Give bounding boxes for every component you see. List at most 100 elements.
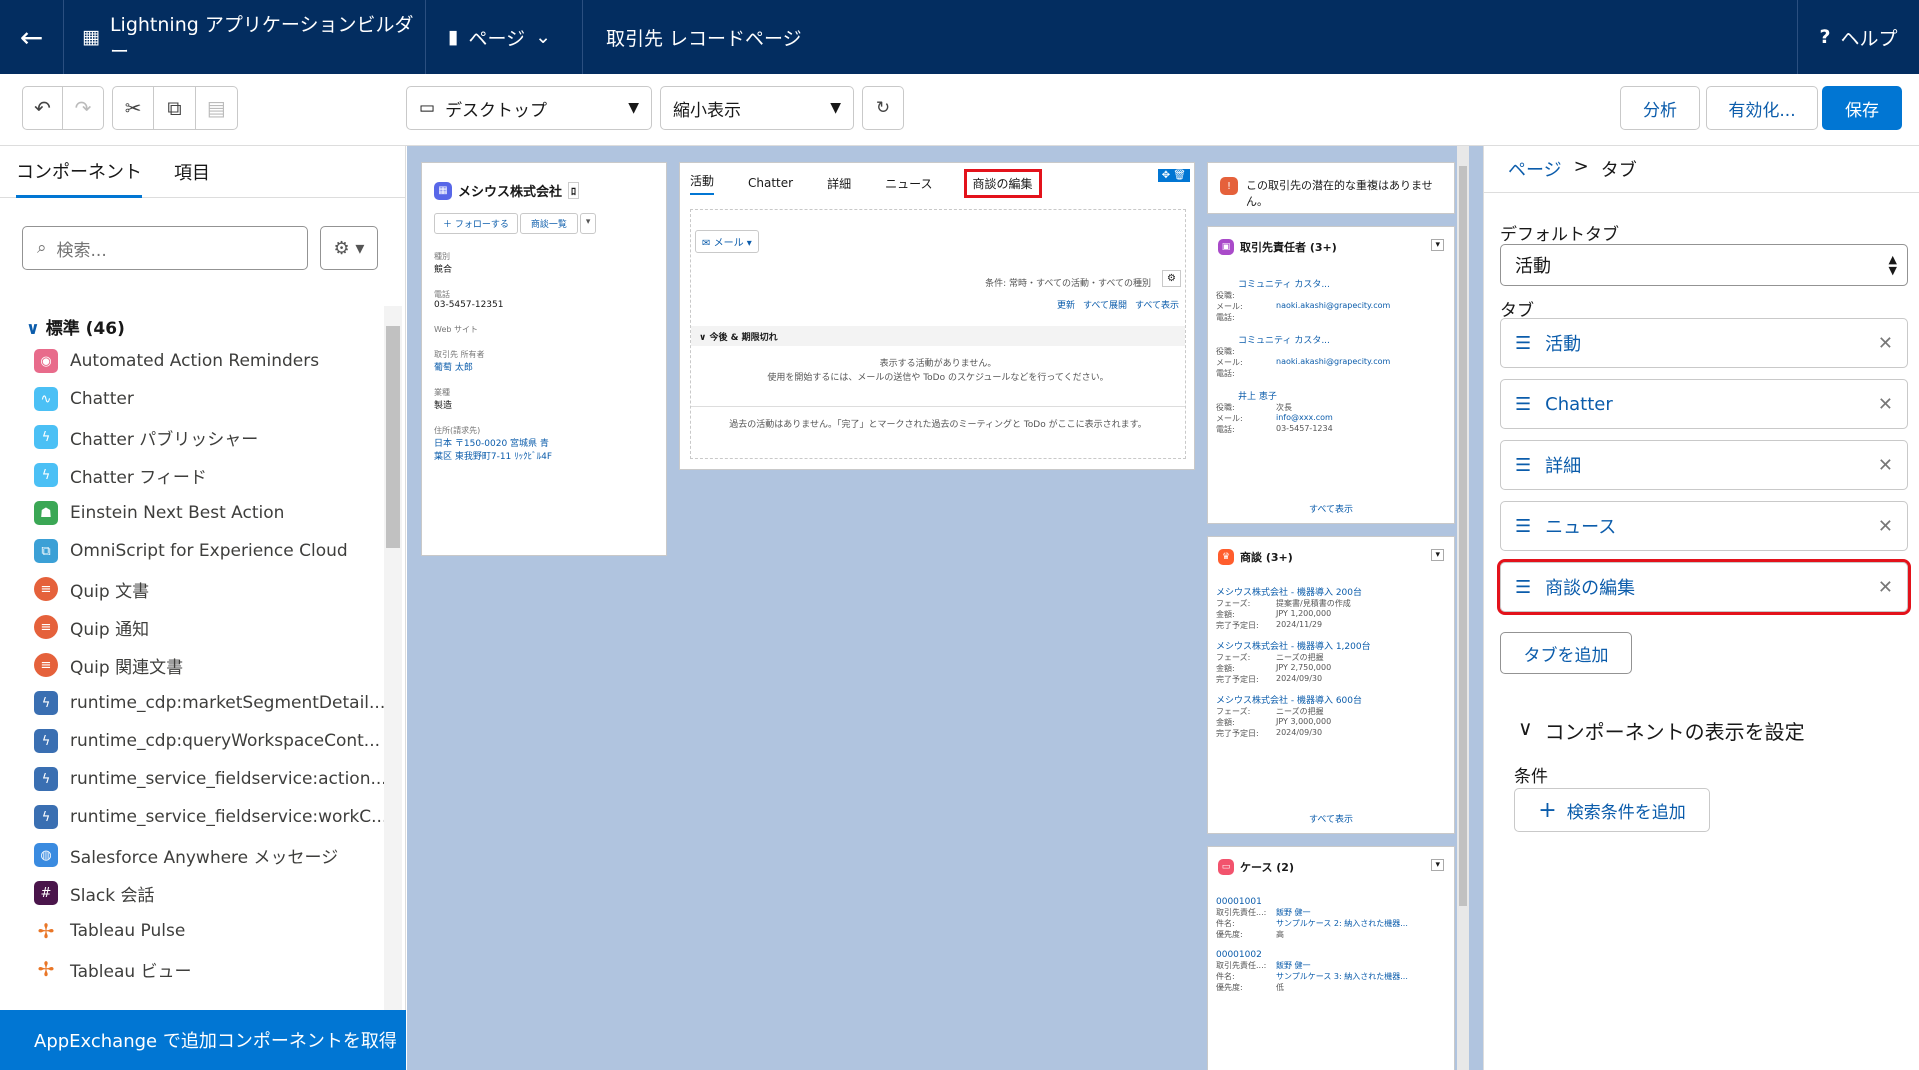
component-item[interactable]: ≡ Quip 関連文書: [34, 646, 384, 684]
add-filter-button[interactable]: + 検索条件を追加: [1514, 788, 1710, 832]
breadcrumb-page[interactable]: ページ: [1508, 156, 1562, 182]
contacts-view-all[interactable]: すべて表示: [1208, 502, 1454, 515]
contact-name[interactable]: コミュニティ カスタ...: [1216, 277, 1446, 290]
record-tab[interactable]: 活動: [690, 172, 715, 195]
analyze-button[interactable]: 分析: [1620, 86, 1700, 130]
upcoming-section[interactable]: ∨ 今後 & 期限切れ: [691, 326, 1185, 346]
default-tab-select[interactable]: 活動 ▲ ▼: [1500, 244, 1908, 286]
drag-handle-icon[interactable]: ☰: [1515, 577, 1531, 598]
cut-icon[interactable]: ✂: [113, 87, 155, 129]
case-item[interactable]: 00001002 取引先責任...: 飯野 健一 件名: サンプルケース 3: 納入され…: [1216, 950, 1446, 993]
component-item[interactable]: ⧉ OmniScript for Experience Cloud: [34, 532, 384, 570]
cases-card[interactable]: ▭ ケース (2) ▾ 00001001 取引先責任...: 飯野 健一 件名: サンプ…: [1207, 846, 1455, 1070]
canvas-scrollbar[interactable]: [1457, 146, 1469, 1070]
copy-icon[interactable]: ⧉: [154, 87, 196, 129]
case-number[interactable]: 00001001: [1216, 897, 1446, 907]
contact-item[interactable]: コミュニティ カスタ... 役職: メール: naoki.akashi@grapeci…: [1216, 333, 1446, 379]
add-tab-button[interactable]: タブを追加: [1500, 632, 1632, 674]
component-item[interactable]: ϟ Chatter パブリッシャー: [34, 418, 384, 456]
expand-all-link[interactable]: すべて展開: [1083, 298, 1127, 311]
component-item[interactable]: ◍ Salesforce Anywhere メッセージ: [34, 836, 384, 874]
contact-name[interactable]: コミュニティ カスタ...: [1216, 333, 1446, 346]
opportunities-card[interactable]: ♛ 商談 (3+) ▾ メシウス株式会社 - 機器導入 200台 フェーズ: 提案書…: [1207, 536, 1455, 834]
duplicate-card[interactable]: ! この取引先の潜在的な重複はありません。: [1207, 162, 1455, 214]
component-item[interactable]: ✢ Tableau ビュー: [34, 950, 384, 988]
canvas-scrollbar-thumb[interactable]: [1459, 166, 1467, 906]
redo-icon[interactable]: ↷: [63, 87, 103, 129]
contacts-menu-icon[interactable]: ▾: [1431, 239, 1444, 251]
close-icon[interactable]: ✕: [1878, 333, 1893, 354]
close-icon[interactable]: ✕: [1878, 516, 1893, 537]
component-item[interactable]: ✢ Tableau Pulse: [34, 912, 384, 950]
email-button[interactable]: ✉ メール ▾: [695, 230, 759, 253]
settings-menu-button[interactable]: ⚙ ▾: [320, 226, 378, 270]
contact-item[interactable]: コミュニティ カスタ... 役職: メール: naoki.akashi@grapeci…: [1216, 277, 1446, 323]
filter-gear-icon[interactable]: ⚙: [1162, 270, 1181, 287]
appexchange-button[interactable]: AppExchange で追加コンポーネントを取得: [0, 1010, 406, 1070]
opportunity-name[interactable]: メシウス株式会社 - 機器導入 1,200台: [1216, 639, 1446, 652]
close-icon[interactable]: ✕: [1878, 394, 1893, 415]
save-button[interactable]: 保存: [1822, 86, 1902, 130]
component-item[interactable]: ϟ Chatter フィード: [34, 456, 384, 494]
record-tab[interactable]: ニュース: [885, 175, 932, 192]
record-tab[interactable]: 商談の編集: [963, 168, 1042, 198]
case-item[interactable]: 00001001 取引先責任...: 飯野 健一 件名: サンプルケース 2: 納入され…: [1216, 897, 1446, 940]
search-input[interactable]: ⌕ 検索...: [22, 226, 308, 270]
close-icon[interactable]: ✕: [1878, 577, 1893, 598]
record-tab[interactable]: 詳細: [827, 175, 851, 192]
component-item[interactable]: ≡ Quip 通知: [34, 608, 384, 646]
component-item[interactable]: ϟ runtime_cdp:queryWorkspaceCont...: [34, 722, 384, 760]
tab-editor-row[interactable]: ☰ ニュース ✕: [1500, 501, 1908, 551]
page-menu[interactable]: ▮ ページ ⌄: [426, 0, 583, 74]
drag-handle-icon[interactable]: ☰: [1515, 516, 1531, 537]
move-icon[interactable]: ✥: [1162, 170, 1170, 181]
undo-icon[interactable]: ↶: [23, 87, 63, 129]
back-arrow-icon[interactable]: ←: [0, 0, 64, 74]
paste-icon[interactable]: ▤: [196, 87, 237, 129]
contact-item[interactable]: 井上 恵子 役職: 次長 メール: info@xxx.com 電話: 03-5457-123…: [1216, 389, 1446, 435]
contact-name[interactable]: 井上 恵子: [1216, 389, 1446, 402]
opportunities-view-all[interactable]: すべて表示: [1208, 812, 1454, 825]
record-tab[interactable]: Chatter: [748, 176, 793, 190]
section-standard[interactable]: ∨ 標準 (46): [26, 314, 125, 339]
follow-button[interactable]: ＋ フォローする: [434, 213, 518, 234]
device-select[interactable]: ▭ デスクトップ ▼: [406, 86, 652, 130]
opportunity-item[interactable]: メシウス株式会社 - 機器導入 1,200台 フェーズ: ニーズの把握 金額: JPY …: [1216, 639, 1446, 685]
component-item[interactable]: ☗ Einstein Next Best Action: [34, 494, 384, 532]
component-item[interactable]: ≡ Quip 文書: [34, 570, 384, 608]
scrollbar-thumb[interactable]: [386, 326, 400, 548]
cases-menu-icon[interactable]: ▾: [1431, 859, 1444, 871]
deals-list-button[interactable]: 商談一覧: [519, 213, 578, 234]
case-number[interactable]: 00001002: [1216, 950, 1446, 960]
view-all-link[interactable]: すべて表示: [1135, 298, 1179, 311]
component-item[interactable]: ∿ Chatter: [34, 380, 384, 418]
component-item[interactable]: ϟ runtime_cdp:marketSegmentDetail...: [34, 684, 384, 722]
contacts-card[interactable]: ▣ 取引先責任者 (3+) ▾ コミュニティ カスタ... 役職: メール: naok…: [1207, 226, 1455, 524]
component-item[interactable]: ϟ runtime_service_fieldservice:action...: [34, 760, 384, 798]
component-actions[interactable]: ✥ 🗑: [1157, 169, 1190, 182]
tab-editor-row[interactable]: ☰ 詳細 ✕: [1500, 440, 1908, 490]
zoom-select[interactable]: 縮小表示 ▼: [660, 86, 854, 130]
refresh-link[interactable]: 更新: [1057, 298, 1075, 311]
drag-handle-icon[interactable]: ☰: [1515, 455, 1531, 476]
drag-handle-icon[interactable]: ☰: [1515, 394, 1531, 415]
opportunities-menu-icon[interactable]: ▾: [1431, 549, 1444, 561]
tab-editor-row[interactable]: ☰ Chatter ✕: [1500, 379, 1908, 429]
component-item[interactable]: ◉ Automated Action Reminders: [34, 342, 384, 380]
tab-editor-row[interactable]: ☰ 活動 ✕: [1500, 318, 1908, 368]
help-button[interactable]: ? ヘルプ: [1797, 0, 1919, 74]
tab-components[interactable]: コンポーネント: [16, 146, 142, 198]
account-highlights-card[interactable]: ▦ メシウス株式会社 ﾛ ＋ フォローする 商談一覧 ▾ 種別 競合 電話 03-54…: [421, 162, 667, 556]
tabs-component[interactable]: 活動 Chatter 詳細 ニュース 商談の編集 ✥ 🗑 ✉ メール ▾ 条件: 常時・…: [679, 162, 1195, 470]
visibility-section[interactable]: ∨ コンポーネントの表示を設定: [1518, 716, 1805, 745]
more-actions-icon[interactable]: ▾: [579, 213, 597, 234]
tab-fields[interactable]: 項目: [174, 146, 210, 198]
opportunity-item[interactable]: メシウス株式会社 - 機器導入 600台 フェーズ: ニーズの把握 金額: JPY 3,…: [1216, 693, 1446, 739]
activate-button[interactable]: 有効化...: [1706, 86, 1818, 130]
opportunity-item[interactable]: メシウス株式会社 - 機器導入 200台 フェーズ: 提案書/見積書の作成 金額: JP…: [1216, 585, 1446, 631]
refresh-button[interactable]: ↻: [862, 86, 904, 130]
opportunity-name[interactable]: メシウス株式会社 - 機器導入 200台: [1216, 585, 1446, 598]
delete-icon[interactable]: 🗑: [1173, 170, 1186, 181]
opportunity-name[interactable]: メシウス株式会社 - 機器導入 600台: [1216, 693, 1446, 706]
component-item[interactable]: # Slack 会話: [34, 874, 384, 912]
